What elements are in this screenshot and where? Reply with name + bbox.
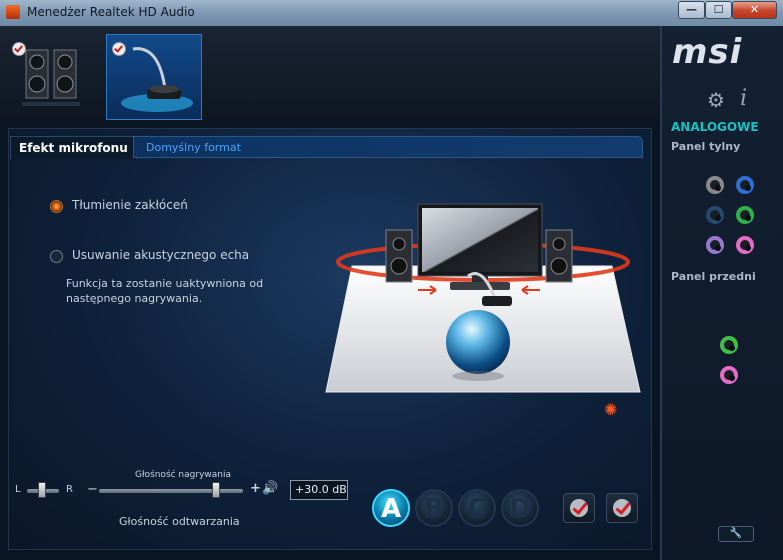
balance-left-label: L: [15, 484, 21, 495]
recording-volume-label: Głośność nagrywania: [135, 470, 231, 480]
check-icon: [613, 499, 631, 517]
rear-jack-icon[interactable]: [706, 176, 724, 194]
recording-volume-db-field[interactable]: +30.0 dB: [290, 480, 348, 500]
apply-button[interactable]: [606, 493, 638, 523]
speakers-icon: [22, 49, 80, 106]
device-speakers[interactable]: [8, 34, 102, 120]
window-title: Menedżer Realtek HD Audio: [27, 5, 195, 19]
close-icon: ✕: [749, 3, 760, 16]
analog-section-title: ANALOGOWE: [671, 120, 759, 134]
rear-jack-icon[interactable]: [706, 236, 724, 254]
rear-jack-icon[interactable]: [736, 206, 754, 224]
connector-panel: msi ⚙ i ANALOGOWE Panel tylny Panel prze…: [660, 26, 783, 560]
tab-default-format-label: Domyślny format: [146, 141, 241, 154]
recording-volume-track[interactable]: [99, 489, 243, 493]
microphone-icon: [121, 47, 193, 112]
microphone-effect-illustration: [325, 203, 641, 393]
tab-microphone-effect[interactable]: Efekt mikrofonu: [10, 136, 137, 159]
minimize-button[interactable]: —: [678, 1, 705, 19]
echo-cancellation-label: Usuwanie akustycznego echa: [72, 248, 250, 262]
balance-right-label: R: [66, 484, 73, 495]
echo-cancellation-radio[interactable]: [50, 250, 63, 263]
maximize-button[interactable]: ☐: [705, 1, 732, 19]
sound-effect-logo-icon: ✺: [604, 400, 618, 419]
rear-jack-icon[interactable]: [736, 176, 754, 194]
rear-panel-label: Panel tylny: [671, 140, 741, 153]
noise-suppression-label: Tłumienie zakłóceń: [72, 198, 188, 212]
preset-b-button[interactable]: B: [415, 489, 453, 527]
front-panel-label: Panel przedni: [671, 270, 756, 283]
gear-icon[interactable]: ⚙: [707, 88, 725, 112]
preset-c-button[interactable]: C: [458, 489, 496, 527]
app-icon: [6, 5, 20, 19]
realtek-audio-manager-window: Menedżer Realtek HD Audio — ☐ ✕ msi ⚙ i …: [0, 0, 783, 560]
playback-volume-label: Głośność odtwarzania: [119, 515, 240, 528]
msi-logo: msi: [672, 32, 743, 72]
rear-jack-icon[interactable]: [736, 236, 754, 254]
preset-a-button[interactable]: A: [372, 489, 410, 527]
front-jack-icon[interactable]: [720, 336, 738, 354]
close-button[interactable]: ✕: [732, 1, 777, 19]
title-bar[interactable]: Menedżer Realtek HD Audio — ☐ ✕: [0, 0, 783, 27]
wrench-icon: 🔧: [729, 528, 743, 539]
balance-slider-thumb[interactable]: [38, 482, 46, 498]
recording-volume-slider-thumb[interactable]: [212, 482, 220, 498]
volume-increase-button[interactable]: +: [250, 481, 261, 496]
minimize-icon: —: [686, 3, 697, 16]
noise-suppression-radio[interactable]: [50, 200, 63, 213]
check-icon: [570, 499, 588, 517]
info-icon[interactable]: i: [740, 86, 747, 111]
wrench-button[interactable]: 🔧: [718, 526, 754, 542]
maximize-icon: ☐: [713, 3, 724, 16]
tab-bar: Efekt mikrofonu Domyślny format: [8, 130, 644, 160]
ok-button[interactable]: [563, 493, 595, 523]
front-jack-icon[interactable]: [720, 366, 738, 384]
rear-jack-icon[interactable]: [706, 206, 724, 224]
volume-decrease-button[interactable]: −: [87, 482, 98, 497]
preset-d-button[interactable]: D: [501, 489, 539, 527]
speaker-volume-icon[interactable]: 🔊: [262, 481, 278, 496]
device-strip: [0, 26, 660, 122]
activation-note: Funkcja ta zostanie uaktywniona od nastę…: [66, 277, 264, 305]
tab-default-format[interactable]: Domyślny format: [133, 136, 643, 158]
device-microphone[interactable]: [106, 34, 202, 120]
